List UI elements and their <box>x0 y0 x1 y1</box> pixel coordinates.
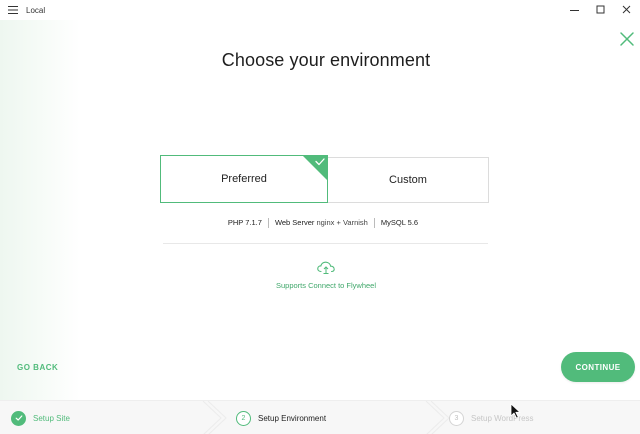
flywheel-support-text: Supports Connect to Flywheel <box>275 281 377 290</box>
step-setup-environment[interactable]: 2 Setup Environment <box>236 401 326 434</box>
option-custom[interactable]: Custom <box>328 157 489 203</box>
close-x-icon[interactable] <box>618 30 636 48</box>
check-icon <box>11 410 26 426</box>
spec-separator <box>373 218 375 229</box>
continue-button[interactable]: CONTINUE <box>561 352 635 382</box>
spec-separator <box>267 218 269 229</box>
option-custom-label: Custom <box>389 174 427 186</box>
step-setup-site[interactable]: Setup Site <box>11 401 70 434</box>
minimize-icon[interactable] <box>562 0 588 20</box>
spec-web-server-value: nginx + Varnish <box>316 218 368 227</box>
step-label: Setup WordPress <box>471 413 534 423</box>
step-number: 2 <box>236 410 251 426</box>
window-controls <box>562 0 640 20</box>
spec-php: PHP 7.1.7 <box>227 218 262 227</box>
window-title: Local <box>26 5 46 15</box>
step-label: Setup Environment <box>258 413 327 423</box>
spec-web-server-label: Web Server <box>274 218 315 227</box>
divider <box>163 243 488 244</box>
step-label: Setup Site <box>33 413 70 423</box>
go-back-button[interactable]: GO BACK <box>17 363 58 372</box>
step-number: 3 <box>449 410 464 426</box>
left-gradient-panel <box>0 20 80 400</box>
cloud-flywheel-icon <box>317 261 335 274</box>
option-preferred[interactable]: Preferred <box>160 155 328 203</box>
title-bar: Local <box>0 0 640 20</box>
selected-check-icon <box>302 155 328 181</box>
close-icon[interactable] <box>614 0 640 20</box>
environment-specs: PHP 7.1.7 Web Server nginx + Varnish MySQL… <box>0 218 640 229</box>
option-preferred-label: Preferred <box>221 173 267 185</box>
setup-stepper: Setup Site 2 Setup Environment 3 Setup W… <box>0 400 640 434</box>
maximize-icon[interactable] <box>588 0 614 20</box>
spec-mysql: MySQL 5.6 <box>380 218 419 227</box>
hamburger-icon[interactable] <box>0 0 26 20</box>
mouse-cursor-icon <box>510 403 521 419</box>
page-title: Choose your environment <box>221 50 431 70</box>
